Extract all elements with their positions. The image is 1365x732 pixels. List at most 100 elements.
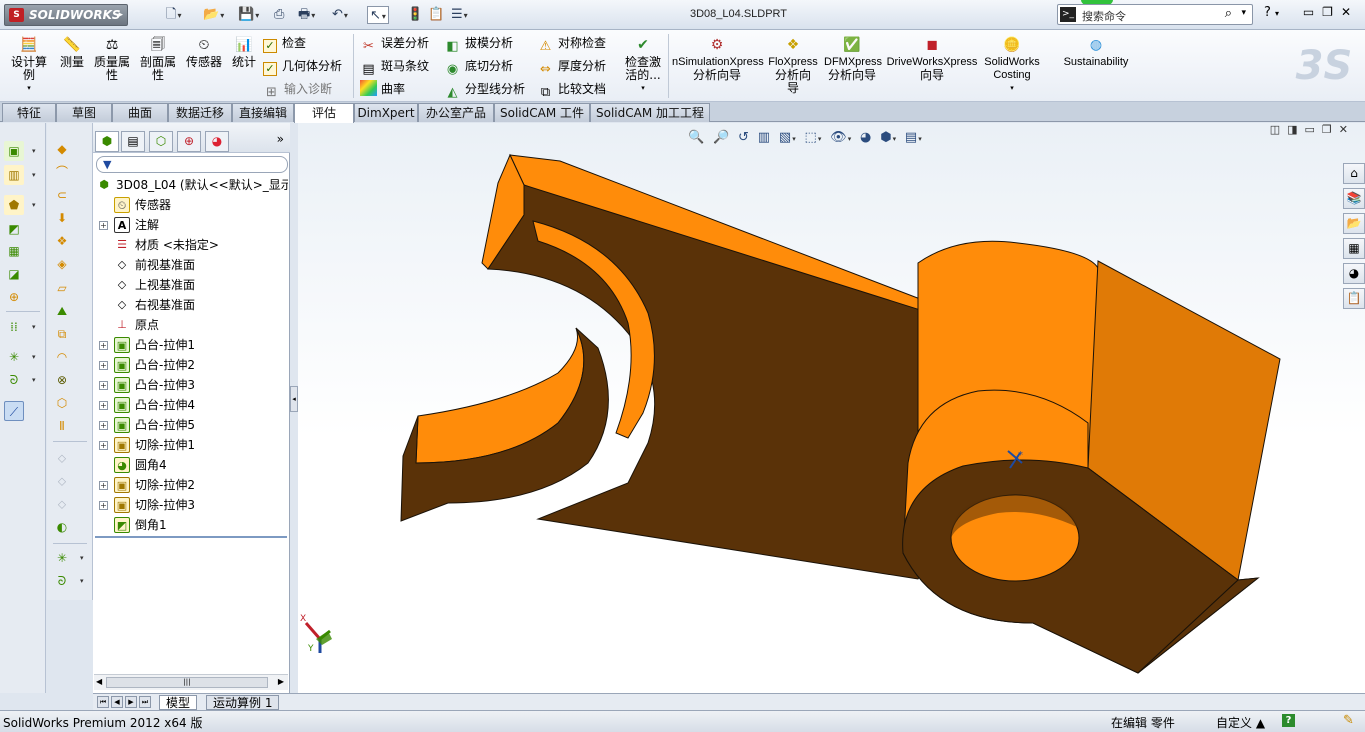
tile-icon[interactable]: ◫ <box>1270 123 1287 136</box>
expand-icon[interactable]: + <box>99 481 108 490</box>
tab-evaluate[interactable]: 评估 <box>294 103 354 123</box>
section-properties-button[interactable]: 🗐 剖面属性 <box>138 36 178 82</box>
options-icon[interactable]: ☰▾ <box>451 6 468 24</box>
parting-line-analysis-button[interactable]: ◭ 分型线分析 <box>444 79 526 100</box>
property-manager-tab-icon[interactable]: ▤ <box>121 131 145 152</box>
tab-office-products[interactable]: 办公室产品 <box>418 103 494 122</box>
boundary-cut-icon[interactable]: ❖ <box>52 231 72 251</box>
symmetry-check-button[interactable]: ⚠ 对称检查 <box>537 33 606 54</box>
appearances-icon[interactable]: ◕ <box>1343 263 1365 284</box>
reference-point-icon[interactable]: ✳ <box>52 548 72 568</box>
tab-features[interactable]: 特征 <box>2 103 56 122</box>
rollback-bar[interactable] <box>95 536 287 538</box>
chevron-down-icon[interactable]: ▾ <box>80 577 84 585</box>
expand-icon[interactable]: + <box>99 401 108 410</box>
tile-vertical-icon[interactable]: ◨ <box>1287 123 1304 136</box>
expand-icon[interactable]: + <box>99 221 108 230</box>
costing-button[interactable]: 🪙 SolidWorks Costing ▾ <box>982 36 1042 95</box>
close-icon[interactable]: ✕ <box>1341 5 1359 19</box>
restore-icon[interactable]: ❐ <box>1322 123 1339 136</box>
intersect-icon[interactable]: ⊗ <box>52 370 72 390</box>
dfmxpress-button[interactable]: ✅ DFMXpress 分析向导 <box>824 36 882 82</box>
search-icon[interactable]: ⌕ <box>1225 6 1232 21</box>
search-input[interactable]: 搜索命令 <box>1082 8 1126 24</box>
tab-direct-editing[interactable]: 直接编辑 <box>232 103 294 122</box>
import-diagnostics-button[interactable]: ⊞ 输入诊断 <box>263 79 332 100</box>
design-library-icon[interactable]: 📚 <box>1343 188 1365 209</box>
rebuild-traffic-light-icon[interactable]: 🚦 <box>407 6 423 24</box>
design-study-button[interactable]: 🧮 设计算例 ▾ <box>8 36 50 95</box>
wrap-icon[interactable]: ⬡ <box>52 393 72 413</box>
chevron-down-icon[interactable]: ▾ <box>32 171 36 179</box>
undercut-analysis-button[interactable]: ◉ 底切分析 <box>444 56 513 77</box>
delete-face-icon-disabled[interactable]: ⬦ <box>52 494 72 514</box>
zoom-to-area-icon[interactable]: 🔎 <box>713 129 729 147</box>
expand-icon[interactable]: + <box>99 421 108 430</box>
expand-icon[interactable]: + <box>99 441 108 450</box>
apply-scene-icon[interactable]: ⬢▾ <box>880 129 896 148</box>
mirror-icon-disabled[interactable]: ⬦ <box>52 448 72 468</box>
minimize-icon[interactable]: ▭ <box>1305 123 1322 136</box>
chevron-down-icon[interactable]: ▾ <box>32 201 36 209</box>
instant3d-icon[interactable]: ⟋ <box>4 401 24 421</box>
sweep-icon[interactable]: ⬟ <box>4 195 24 215</box>
restore-icon[interactable]: ❐ <box>1322 5 1341 19</box>
previous-view-icon[interactable]: ↺ <box>738 129 749 147</box>
revolved-cut-icon[interactable]: ⌒ <box>52 162 72 182</box>
tab-solidcam-stock[interactable]: SolidCAM 工件 <box>494 103 590 122</box>
close-icon[interactable]: ✕ <box>1339 123 1355 136</box>
open-folder-icon[interactable]: 📂▾ <box>203 6 224 24</box>
tab-solidcam-machining[interactable]: SolidCAM 加工工程 <box>590 103 710 122</box>
measure-button[interactable]: 📏 测量 <box>58 36 86 69</box>
scroll-right-icon[interactable]: ▶ <box>278 677 284 686</box>
help-button[interactable]: ? ▾ <box>1264 5 1279 20</box>
expand-icon[interactable]: + <box>99 501 108 510</box>
tab-data-migration[interactable]: 数据迁移 <box>168 103 232 122</box>
sensor-button[interactable]: ⏲ 传感器 <box>184 36 224 69</box>
tab-surfaces[interactable]: 曲面 <box>112 103 168 122</box>
chamfer-icon[interactable]: ▱ <box>52 278 72 298</box>
geometry-analysis-button[interactable]: ✓ 几何体分析 <box>263 56 342 76</box>
last-tab-icon[interactable]: ⏭ <box>139 696 151 708</box>
edit-appearance-icon[interactable]: ◕ <box>860 129 871 147</box>
dimxpert-manager-tab-icon[interactable]: ⊕ <box>177 131 201 152</box>
driveworksxpress-button[interactable]: ◼ DriveWorksXpress 向导 <box>886 36 978 82</box>
file-explorer-icon[interactable]: 📂 <box>1343 213 1365 234</box>
sustainability-button[interactable]: ◍ Sustainability <box>1058 36 1134 69</box>
quick-tips-icon[interactable]: ? <box>1282 714 1295 727</box>
feature-tree-horizontal-scrollbar[interactable]: ◀ ||| ▶ <box>94 674 288 690</box>
new-document-icon[interactable]: 🗋▾ <box>166 6 181 24</box>
next-tab-icon[interactable]: ▶ <box>125 696 137 708</box>
solidworks-logo-button[interactable]: S SOLIDWORKS ▸ <box>4 4 128 26</box>
chevron-down-icon[interactable]: ▾ <box>32 323 36 331</box>
hide-show-items-icon[interactable]: 👁▾ <box>830 129 851 148</box>
view-orientation-icon[interactable]: ▧▾ <box>779 129 796 148</box>
boundary-boss-icon[interactable]: ▦ <box>4 241 24 261</box>
graphics-area[interactable]: * 🔍 🔎 ↺ ▥ ▧▾ ⬚▾ 👁▾ ◕ ⬢▾ ▤▾ ◫◨▭❐✕ ⌂ 📚 📂 ▦… <box>298 123 1365 693</box>
custom-units-button[interactable]: 自定义 ▲ <box>1216 714 1265 731</box>
custom-properties-icon[interactable]: 📋 <box>1343 288 1365 309</box>
helix-icon[interactable]: ᘐ <box>52 571 72 591</box>
file-properties-icon[interactable]: 📋 <box>428 6 444 24</box>
lofted-cut-icon[interactable]: ⬇ <box>52 208 72 228</box>
flex-icon[interactable]: Ⅱ <box>52 416 72 436</box>
thickness-analysis-button[interactable]: ⇔ 厚度分析 <box>537 56 606 77</box>
extrude-boss-icon[interactable]: ▣ <box>4 141 24 161</box>
linear-pattern-icon[interactable]: ⁞⁞ <box>4 317 24 337</box>
curvature-button[interactable]: 曲率 <box>360 79 405 99</box>
print-icon[interactable]: ⎙ <box>274 6 284 24</box>
rib-icon[interactable]: ⛰ <box>52 301 72 321</box>
minimize-icon[interactable]: ▭ <box>1303 5 1322 19</box>
draft-analysis-button[interactable]: ◧ 拔模分析 <box>444 33 513 54</box>
undo-icon[interactable]: ↶▾ <box>332 6 348 24</box>
loft-icon[interactable]: ◩ <box>4 219 24 239</box>
view-settings-icon[interactable]: ▤▾ <box>905 129 922 148</box>
panel-collapse-handle[interactable]: ◂ <box>290 386 298 412</box>
select-arrow-icon[interactable]: ↖▾ <box>367 6 389 24</box>
reference-geometry-icon[interactable]: ✳ <box>4 347 24 367</box>
previous-tab-icon[interactable]: ◀ <box>111 696 123 708</box>
search-commands-box[interactable]: >_ 搜索命令 ⌕ ▾ <box>1057 4 1253 25</box>
chevron-down-icon[interactable]: ▾ <box>32 376 36 384</box>
statistics-button[interactable]: 📊 统计 <box>230 36 258 69</box>
simulationxpress-button[interactable]: ⚙ nSimulationXpress 分析向导 <box>672 36 764 82</box>
